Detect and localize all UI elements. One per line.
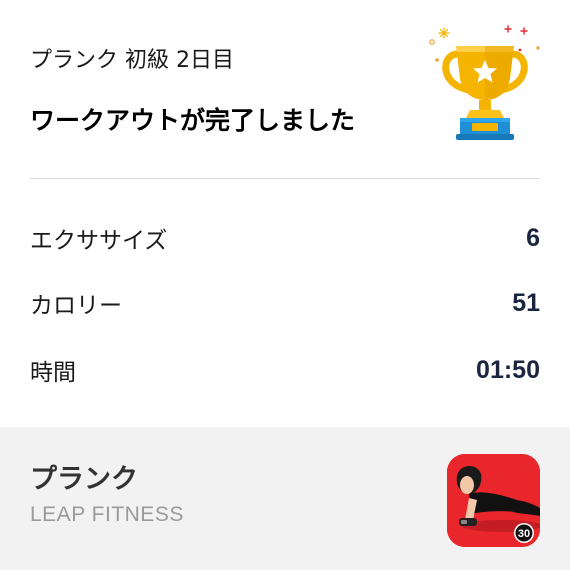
stat-label: カロリー <box>30 293 122 319</box>
app-name: プランク <box>30 464 138 495</box>
app-promo-banner[interactable]: プランク LEAP FITNESS 30 <box>0 427 570 570</box>
workout-subtitle: プランク 初級 2日目 <box>30 48 234 73</box>
stat-value: 6 <box>526 223 540 252</box>
stat-row-calories: カロリー 51 <box>30 283 540 323</box>
trophy-icon <box>429 25 540 140</box>
stat-row-exercises: エクササイズ 6 <box>30 218 540 258</box>
header-section: プランク 初級 2日目 ワークアウトが完了しました <box>0 0 570 178</box>
workout-complete-card: プランク 初級 2日目 ワークアウトが完了しました エクササイズ 6 カロリー … <box>0 0 570 570</box>
stat-label: エクササイズ <box>30 228 168 254</box>
app-icon-badge: 30 <box>518 528 530 540</box>
completion-headline: ワークアウトが完了しました <box>30 106 356 135</box>
stat-value: 01:50 <box>476 355 540 384</box>
stat-value: 51 <box>512 288 540 317</box>
section-divider <box>30 178 540 179</box>
stat-row-duration: 時間 01:50 <box>30 350 540 390</box>
plank-app-icon[interactable]: 30 <box>447 454 540 547</box>
stat-label: 時間 <box>30 360 76 386</box>
app-developer: LEAP FITNESS <box>30 503 184 526</box>
plank-figure-icon: 30 <box>447 454 540 547</box>
